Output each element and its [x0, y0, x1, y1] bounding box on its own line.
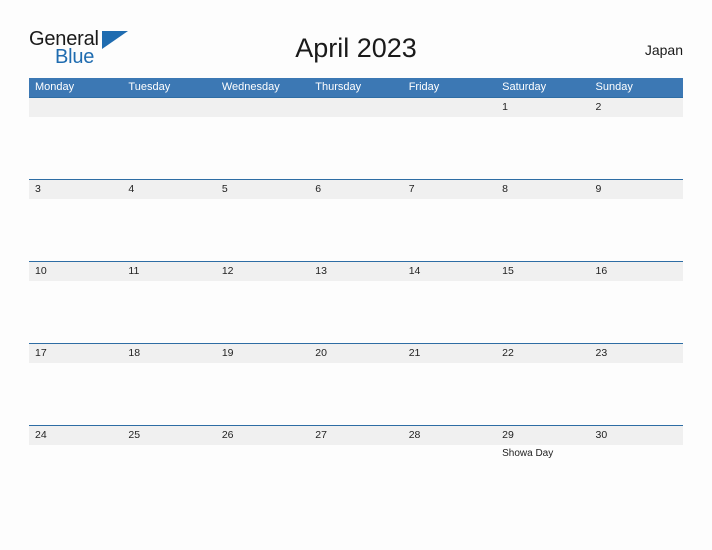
day-number[interactable]: 5: [216, 180, 309, 199]
day-event-cell[interactable]: [496, 281, 589, 343]
day-event-cell[interactable]: [216, 117, 309, 179]
weekday-header-sunday: Sunday: [595, 81, 633, 93]
week-row: 1 2: [29, 97, 683, 179]
day-event-cell[interactable]: [590, 445, 683, 507]
day-number[interactable]: 4: [122, 180, 215, 199]
weekday-header-tuesday: Tuesday: [128, 81, 171, 93]
day-number[interactable]: 6: [309, 180, 402, 199]
day-event-cell[interactable]: [590, 199, 683, 261]
day-number[interactable]: 29: [496, 426, 589, 445]
calendar-page: General Blue April 2023 Japan Monday Tue…: [0, 0, 712, 550]
page-header: General Blue April 2023 Japan: [29, 26, 683, 72]
day-number[interactable]: 30: [590, 426, 683, 445]
day-event-cell[interactable]: [309, 363, 402, 425]
week-date-band: 10 11 12 13 14 15 16: [29, 261, 683, 281]
day-number[interactable]: [122, 98, 215, 117]
weekday-header-row: Monday Tuesday Wednesday Thursday Friday…: [29, 78, 683, 97]
day-event-cell[interactable]: [29, 117, 122, 179]
day-number[interactable]: 8: [496, 180, 589, 199]
day-number[interactable]: 27: [309, 426, 402, 445]
day-event-cell[interactable]: [216, 281, 309, 343]
day-event-cell[interactable]: [29, 199, 122, 261]
day-event-cell[interactable]: [496, 199, 589, 261]
week-row: 10 11 12 13 14 15 16: [29, 261, 683, 343]
day-event-cell[interactable]: [309, 199, 402, 261]
day-number[interactable]: 11: [122, 262, 215, 281]
day-event-cell[interactable]: [496, 363, 589, 425]
day-event-cell[interactable]: [29, 281, 122, 343]
week-date-band: 3 4 5 6 7 8 9: [29, 179, 683, 199]
day-event-cell[interactable]: [309, 445, 402, 507]
week-event-band: [29, 363, 683, 425]
week-row: 3 4 5 6 7 8 9: [29, 179, 683, 261]
day-event-cell[interactable]: [590, 281, 683, 343]
day-event-cell[interactable]: [403, 117, 496, 179]
day-number[interactable]: 12: [216, 262, 309, 281]
day-number[interactable]: [216, 98, 309, 117]
day-number[interactable]: [29, 98, 122, 117]
day-number[interactable]: 24: [29, 426, 122, 445]
day-number[interactable]: 26: [216, 426, 309, 445]
day-event-cell[interactable]: [122, 281, 215, 343]
day-event-cell[interactable]: [590, 117, 683, 179]
week-date-band: 17 18 19 20 21 22 23: [29, 343, 683, 363]
day-event-cell[interactable]: [216, 199, 309, 261]
day-number[interactable]: 7: [403, 180, 496, 199]
day-event-cell[interactable]: [216, 363, 309, 425]
weekday-header-saturday: Saturday: [502, 81, 547, 93]
weekday-header-monday: Monday: [35, 81, 75, 93]
day-event-cell[interactable]: [122, 445, 215, 507]
day-number[interactable]: 2: [590, 98, 683, 117]
week-row: 17 18 19 20 21 22 23: [29, 343, 683, 425]
day-number[interactable]: 23: [590, 344, 683, 363]
day-event-cell[interactable]: [216, 445, 309, 507]
day-number[interactable]: [309, 98, 402, 117]
weekday-header-friday: Friday: [408, 81, 440, 93]
weekday-header-wednesday: Wednesday: [221, 81, 280, 93]
day-event-cell[interactable]: [122, 199, 215, 261]
day-number[interactable]: 22: [496, 344, 589, 363]
day-event-cell[interactable]: [29, 445, 122, 507]
day-number[interactable]: 15: [496, 262, 589, 281]
day-number[interactable]: [403, 98, 496, 117]
day-event-cell[interactable]: [403, 363, 496, 425]
day-event-cell[interactable]: [496, 117, 589, 179]
week-event-band: [29, 199, 683, 261]
region-label: Japan: [644, 42, 683, 58]
day-number[interactable]: 21: [403, 344, 496, 363]
week-row: 24 25 26 27 28 29 30 Showa Day: [29, 425, 683, 507]
day-number[interactable]: 16: [590, 262, 683, 281]
day-number[interactable]: 25: [122, 426, 215, 445]
day-event-cell[interactable]: [122, 363, 215, 425]
day-number[interactable]: 17: [29, 344, 122, 363]
event-label: Showa Day: [502, 448, 554, 459]
day-number[interactable]: 14: [403, 262, 496, 281]
day-number[interactable]: 1: [496, 98, 589, 117]
day-number[interactable]: 13: [309, 262, 402, 281]
weekday-header-thursday: Thursday: [315, 81, 362, 93]
day-number[interactable]: 9: [590, 180, 683, 199]
calendar-grid: Monday Tuesday Wednesday Thursday Friday…: [29, 78, 683, 507]
day-event-cell[interactable]: [309, 117, 402, 179]
day-number[interactable]: 3: [29, 180, 122, 199]
week-event-band: Showa Day: [29, 445, 683, 507]
day-event-cell[interactable]: Showa Day: [496, 445, 589, 507]
week-date-band: 24 25 26 27 28 29 30: [29, 425, 683, 445]
day-number[interactable]: 20: [309, 344, 402, 363]
day-number[interactable]: 10: [29, 262, 122, 281]
day-event-cell[interactable]: [403, 281, 496, 343]
day-event-cell[interactable]: [403, 445, 496, 507]
day-event-cell[interactable]: [309, 281, 402, 343]
week-event-band: [29, 117, 683, 179]
day-event-cell[interactable]: [122, 117, 215, 179]
day-event-cell[interactable]: [403, 199, 496, 261]
day-event-cell[interactable]: [29, 363, 122, 425]
page-title: April 2023: [295, 33, 417, 63]
day-number[interactable]: 28: [403, 426, 496, 445]
week-date-band: 1 2: [29, 97, 683, 117]
day-number[interactable]: 18: [122, 344, 215, 363]
week-event-band: [29, 281, 683, 343]
day-event-cell[interactable]: [590, 363, 683, 425]
day-number[interactable]: 19: [216, 344, 309, 363]
